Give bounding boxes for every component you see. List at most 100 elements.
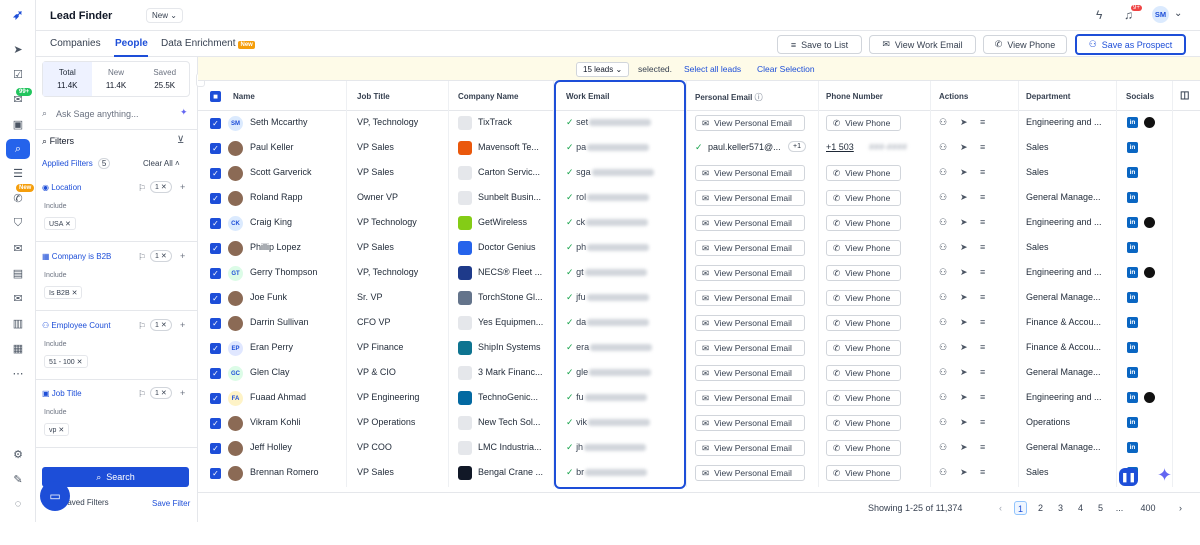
col-department[interactable]: Department <box>1026 92 1070 101</box>
company-name[interactable]: TechnoGenic... <box>478 392 563 402</box>
work-email[interactable]: ✓ br <box>566 467 648 478</box>
view-phone-button[interactable]: ✆ View Phone <box>983 35 1067 54</box>
view-personal-email-button[interactable]: ✉ View Personal Email <box>695 190 805 206</box>
work-email[interactable]: ✓ set <box>566 117 652 128</box>
add-to-list-icon[interactable]: ≡ <box>980 292 985 302</box>
add-contact-icon[interactable]: ⚇ <box>939 167 947 178</box>
filter-count[interactable]: 1 ✕ <box>150 250 172 262</box>
select-all-link[interactable]: Select all leads <box>684 64 741 74</box>
table-row[interactable]: ✓ Jeff Holley VP COO LMC Industria... ✓ jh ✉ V… <box>198 436 1200 461</box>
view-phone-button[interactable]: ✆ View Phone <box>826 240 901 256</box>
add-to-list-icon[interactable]: ≡ <box>980 242 985 252</box>
next-page-icon[interactable]: › <box>1174 501 1187 515</box>
more-icon[interactable]: ⋯ <box>10 366 26 380</box>
count-total[interactable]: Total 11.4K <box>43 62 92 96</box>
row-checkbox[interactable]: ✓ <box>210 318 221 329</box>
github-icon[interactable] <box>1144 267 1155 278</box>
add-contact-icon[interactable]: ⚇ <box>939 217 947 228</box>
row-checkbox[interactable]: ✓ <box>210 218 221 229</box>
company-name[interactable]: Bengal Crane ... <box>478 467 563 477</box>
company-name[interactable]: New Tech Sol... <box>478 417 563 427</box>
phone-number[interactable]: +1 503 <box>826 142 854 152</box>
send-icon[interactable]: ➤ <box>960 417 968 428</box>
mail-icon[interactable]: ✉ <box>10 241 26 255</box>
filter-chip[interactable]: vp ✕ <box>44 423 70 436</box>
view-personal-email-button[interactable]: ✉ View Personal Email <box>695 165 805 181</box>
linkedin-icon[interactable]: in <box>1127 317 1138 328</box>
send-icon[interactable]: ➤ <box>960 192 968 203</box>
row-checkbox[interactable]: ✓ <box>210 293 221 304</box>
edit-icon[interactable]: ✎ <box>10 472 26 486</box>
chevron-down-icon[interactable]: ⌄ <box>1174 8 1182 19</box>
send-icon[interactable]: ➤ <box>960 242 968 253</box>
table-row[interactable]: ✓ GC Glen Clay VP & CIO 3 Mark Financ... ✓ gl… <box>198 361 1200 386</box>
flag-icon[interactable]: ⚐ <box>138 252 146 263</box>
shield-icon[interactable]: ⛉ <box>10 216 26 230</box>
view-phone-button[interactable]: ✆ View Phone <box>826 115 901 131</box>
send-icon[interactable]: ➤ <box>960 392 968 403</box>
row-checkbox[interactable]: ✓ <box>210 393 221 404</box>
add-contact-icon[interactable]: ⚇ <box>939 242 947 253</box>
add-contact-icon[interactable]: ⚇ <box>939 267 947 278</box>
view-work-email-button[interactable]: ✉ View Work Email <box>869 35 976 54</box>
view-phone-button[interactable]: ✆ View Phone <box>826 440 901 456</box>
table-row[interactable]: ✓ Roland Rapp Owner VP Sunbelt Busin... ✓ ro… <box>198 186 1200 211</box>
page-3[interactable]: 3 <box>1054 501 1067 515</box>
row-checkbox[interactable]: ✓ <box>210 143 221 154</box>
more-emails-badge[interactable]: +1 <box>788 141 806 152</box>
row-checkbox[interactable]: ✓ <box>210 468 221 479</box>
lead-name[interactable]: Darrin Sullivan <box>250 317 309 327</box>
company-name[interactable]: Sunbelt Busin... <box>478 192 563 202</box>
page-5[interactable]: 5 <box>1094 501 1107 515</box>
send-icon[interactable]: ➤ <box>960 342 968 353</box>
lead-name[interactable]: Jeff Holley <box>250 442 292 452</box>
lead-name[interactable]: Seth Mccarthy <box>250 117 308 127</box>
table-row[interactable]: ✓ Phillip Lopez VP Sales Doctor Genius ✓ ph ✉… <box>198 236 1200 261</box>
lead-name[interactable]: Roland Rapp <box>250 192 303 202</box>
linkedin-icon[interactable]: in <box>1127 367 1138 378</box>
columns-toggle-icon[interactable]: ◫ <box>1180 90 1189 101</box>
clear-all-button[interactable]: Clear All ˄ <box>143 159 180 168</box>
briefcase-icon[interactable]: ▣ <box>10 117 26 131</box>
add-contact-icon[interactable]: ⚇ <box>939 467 947 478</box>
tab-companies[interactable]: Companies <box>50 38 101 49</box>
view-personal-email-button[interactable]: ✉ View Personal Email <box>695 115 805 131</box>
lead-name[interactable]: Gerry Thompson <box>250 267 317 277</box>
send-icon[interactable]: ➤ <box>960 317 968 328</box>
table-row[interactable]: ✓ SM Seth Mccarthy VP, Technology TixTrack ✓ … <box>198 111 1200 136</box>
company-name[interactable]: TixTrack <box>478 117 563 127</box>
company-name[interactable]: GetWireless <box>478 217 563 227</box>
add-contact-icon[interactable]: ⚇ <box>939 442 947 453</box>
view-phone-button[interactable]: ✆ View Phone <box>826 315 901 331</box>
view-personal-email-button[interactable]: ✉ View Personal Email <box>695 340 805 356</box>
row-checkbox[interactable]: ✓ <box>210 193 221 204</box>
add-to-list-icon[interactable]: ≡ <box>980 367 985 377</box>
chat-launcher-icon[interactable]: ▭ <box>40 481 70 511</box>
linkedin-icon[interactable]: in <box>1127 417 1138 428</box>
tasks-icon[interactable]: ☑ <box>10 67 26 81</box>
add-contact-icon[interactable]: ⚇ <box>939 292 947 303</box>
prev-page-icon[interactable]: ‹ <box>994 501 1007 515</box>
add-to-list-icon[interactable]: ≡ <box>980 317 985 327</box>
view-personal-email-button[interactable]: ✉ View Personal Email <box>695 265 805 281</box>
row-checkbox[interactable]: ✓ <box>210 243 221 254</box>
table-row[interactable]: ✓ GT Gerry Thompson VP, Technology NECS® Fle… <box>198 261 1200 286</box>
lead-name[interactable]: Phillip Lopez <box>250 242 301 252</box>
add-to-list-icon[interactable]: ≡ <box>980 392 985 402</box>
table-row[interactable]: ✓ FA Fuaad Ahmad VP Engineering TechnoGenic.… <box>198 386 1200 411</box>
view-phone-button[interactable]: ✆ View Phone <box>826 265 901 281</box>
document-icon[interactable]: ▤ <box>10 266 26 280</box>
work-email[interactable]: ✓ sga <box>566 167 654 178</box>
row-checkbox[interactable]: ✓ <box>210 368 221 379</box>
table-row[interactable]: ✓ EP Eran Perry VP Finance ShipIn Systems ✓ e… <box>198 336 1200 361</box>
linkedin-icon[interactable]: in <box>1127 192 1138 203</box>
linkedin-icon[interactable]: in <box>1127 142 1138 153</box>
send-icon[interactable]: ➤ <box>960 267 968 278</box>
work-email[interactable]: ✓ vik <box>566 417 651 428</box>
view-personal-email-button[interactable]: ✉ View Personal Email <box>695 390 805 406</box>
company-name[interactable]: NECS® Fleet ... <box>478 267 563 277</box>
lead-name[interactable]: Joe Funk <box>250 292 287 302</box>
linkedin-icon[interactable]: in <box>1127 217 1138 228</box>
calendar-icon[interactable]: ▦ <box>10 341 26 355</box>
filter-label[interactable]: ◉ Location <box>42 183 81 192</box>
